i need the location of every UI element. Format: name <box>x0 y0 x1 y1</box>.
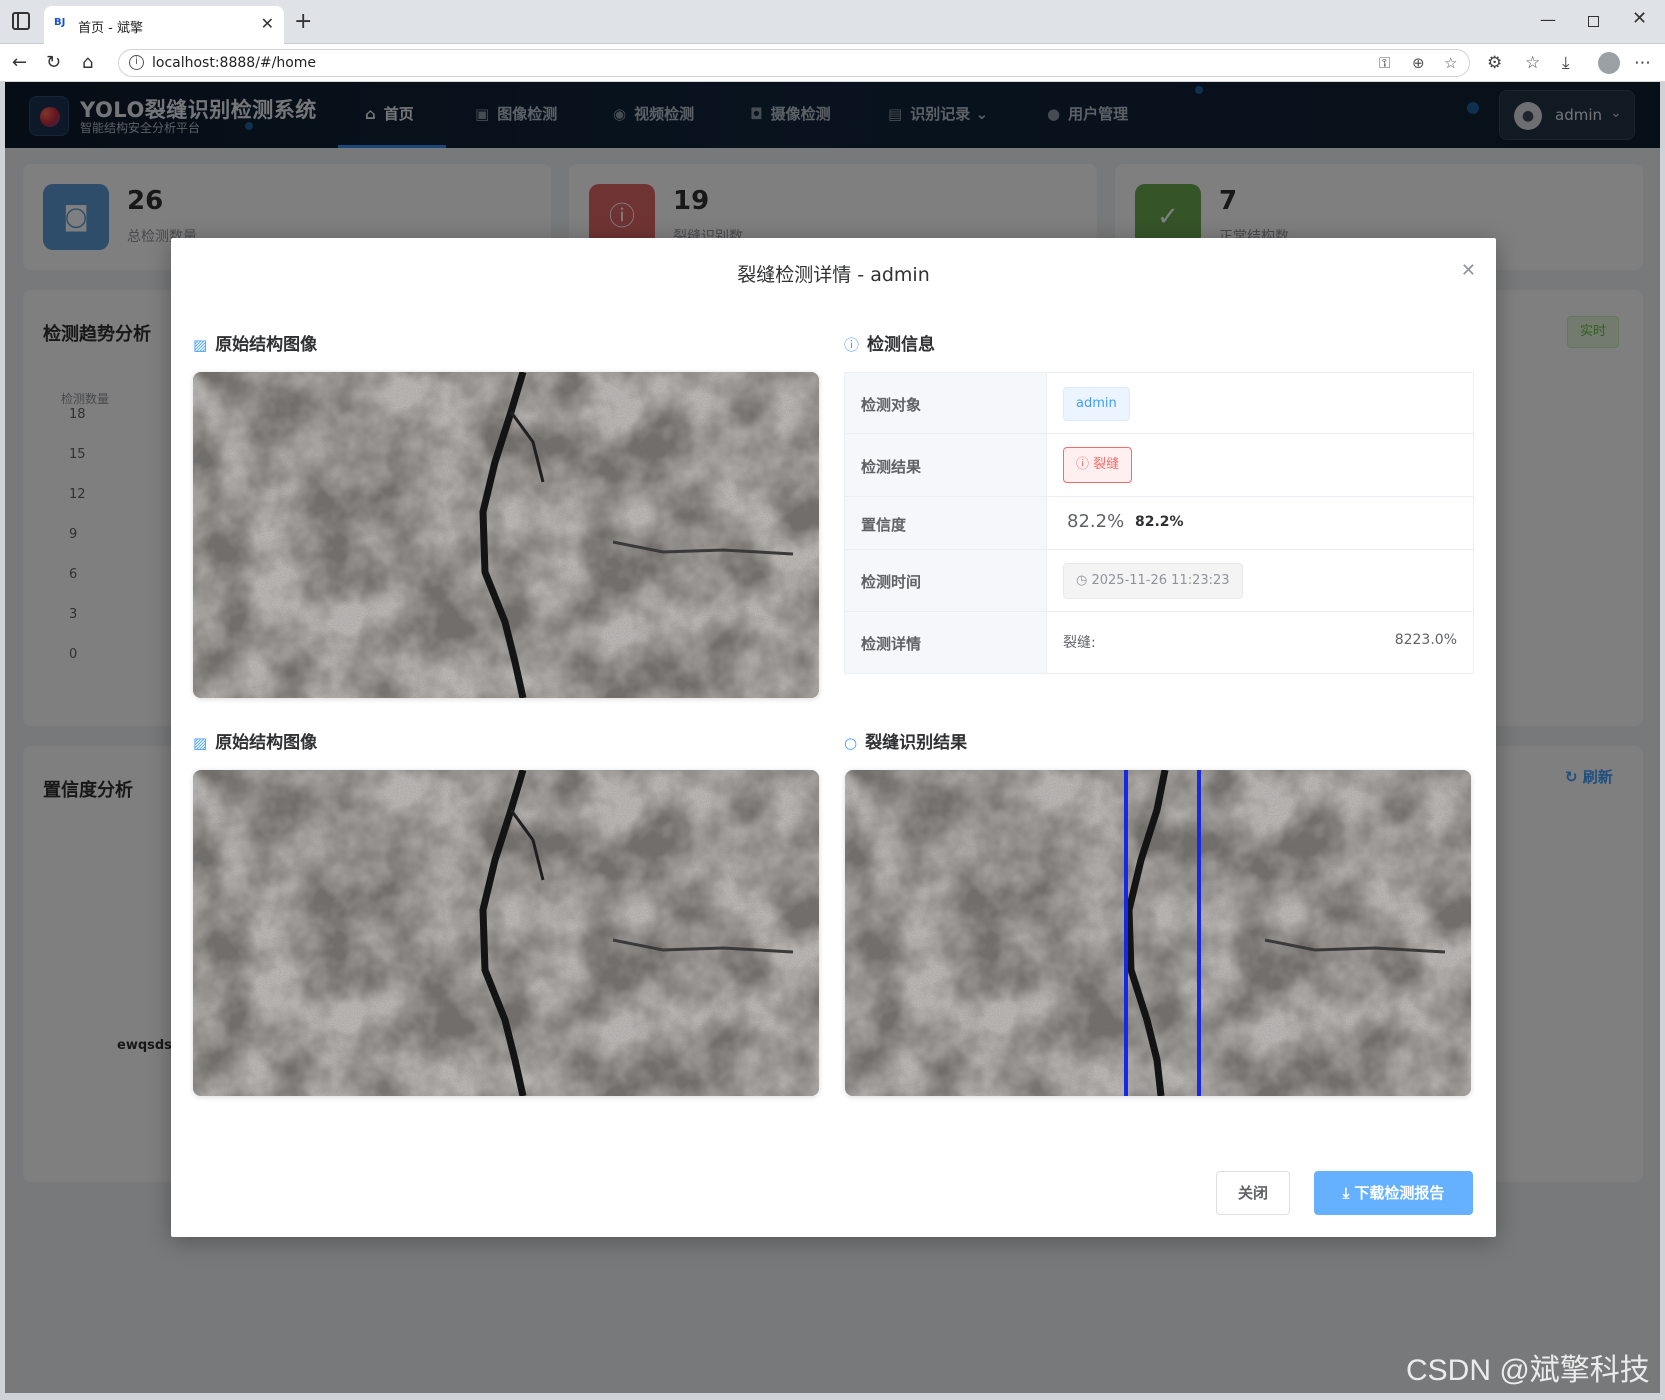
confidence-value: 82.2% <box>1067 511 1125 532</box>
url-field[interactable]: i localhost:8888/#/home ⚿ ⊕ ☆ <box>118 49 1470 77</box>
original-image-2 <box>193 770 819 1096</box>
close-tab-icon[interactable]: ✕ <box>261 14 274 33</box>
image-icon: ▨ <box>193 734 208 752</box>
detail-dialog: 裂缝检测详情 - admin ✕ ▨ 原始结构图像 ⓘ 检测信息 检测对象 admi… <box>171 238 1496 1237</box>
watermark: CSDN @斌擎科技 <box>1406 1354 1650 1387</box>
browser-tab-bar: BJ 首页 - 斌擎 ✕ + — ✕ <box>0 0 1665 44</box>
warning-icon: ⓘ <box>1076 457 1094 472</box>
close-icon[interactable]: ✕ <box>1461 260 1476 281</box>
close-button[interactable]: 关闭 <box>1216 1171 1290 1215</box>
new-tab-icon[interactable]: + <box>294 9 312 34</box>
info-key: 检测时间 <box>861 573 922 591</box>
info-key: 检测对象 <box>861 396 922 414</box>
original-image <box>193 372 819 698</box>
window-close-icon[interactable]: ✕ <box>1632 8 1647 29</box>
info-row-confidence: 置信度 82.2% 82.2% <box>845 497 1473 550</box>
info-row-time: 检测时间 ◷ 2025-11-26 11:23:23 <box>845 550 1473 612</box>
info-row-result: 检测结果 ⓘ 裂缝 <box>845 434 1473 497</box>
crack-photo <box>193 770 819 1096</box>
reload-icon[interactable]: ↻ <box>46 52 61 73</box>
info-icon: ⓘ <box>844 336 860 354</box>
browser-tab[interactable]: BJ 首页 - 斌擎 ✕ <box>44 6 284 44</box>
result-tag: ⓘ 裂缝 <box>1063 447 1133 483</box>
favicon: BJ <box>54 17 66 28</box>
downloads-icon[interactable]: ⤓ <box>1562 53 1570 73</box>
detail-label: 裂缝: <box>1063 635 1096 651</box>
bbox-right-edge <box>1197 770 1201 1096</box>
bbox-left-edge <box>1124 770 1128 1096</box>
back-icon[interactable]: ← <box>12 52 27 73</box>
more-menu-icon[interactable]: ⋯ <box>1634 53 1651 73</box>
url-text: localhost:8888/#/home <box>152 55 317 71</box>
time-tag: ◷ 2025-11-26 11:23:23 <box>1063 563 1243 599</box>
address-bar: ← ↻ ⌂ i localhost:8888/#/home ⚿ ⊕ ☆ ⚙ ☆ … <box>0 44 1665 82</box>
info-key: 置信度 <box>861 516 907 534</box>
clock-icon: ◷ <box>1076 573 1092 588</box>
favorites-icon[interactable]: ☆ <box>1525 53 1540 73</box>
zoom-icon[interactable]: ⊕ <box>1412 54 1425 72</box>
crack-photo <box>193 372 819 698</box>
result-image-header: ○ 裂缝识别结果 <box>844 733 968 753</box>
info-key: 检测结果 <box>861 458 922 476</box>
crack-photo-annotated <box>845 770 1471 1096</box>
profile-avatar[interactable] <box>1598 52 1620 74</box>
info-header: ⓘ 检测信息 <box>844 335 936 355</box>
image-icon: ▨ <box>193 336 208 354</box>
info-table: 检测对象 admin 检测结果 ⓘ 裂缝 置信度 82.2% 82.2% 检测时… <box>844 372 1474 674</box>
original-image-header: ▨ 原始结构图像 <box>193 335 318 355</box>
download-report-button[interactable]: ⤓ 下载检测报告 <box>1314 1171 1473 1215</box>
original-image-header-2: ▨ 原始结构图像 <box>193 733 318 753</box>
download-icon: ⤓ <box>1342 1184 1355 1202</box>
tab-title: 首页 - 斌擎 <box>78 21 143 36</box>
favorite-star-icon[interactable]: ☆ <box>1444 54 1457 72</box>
home-icon[interactable]: ⌂ <box>82 52 93 73</box>
extensions-icon[interactable]: ⚙ <box>1487 53 1502 73</box>
search-icon: ○ <box>844 734 858 752</box>
info-key: 检测详情 <box>861 635 922 653</box>
sidebar-toggle-icon[interactable] <box>12 12 30 30</box>
confidence-value-bold: 82.2% <box>1135 514 1184 530</box>
minimize-icon[interactable]: — <box>1540 10 1556 29</box>
key-icon[interactable]: ⚿ <box>1379 54 1390 72</box>
dialog-title: 裂缝检测详情 - admin <box>737 264 930 286</box>
result-image <box>845 770 1471 1096</box>
object-tag: admin <box>1063 387 1130 421</box>
maximize-icon[interactable] <box>1588 16 1599 27</box>
detail-value: 8223.0% <box>1394 632 1457 648</box>
info-row-object: 检测对象 admin <box>845 373 1473 434</box>
site-info-icon[interactable]: i <box>129 55 144 70</box>
info-row-detail: 检测详情 裂缝: 8223.0% <box>845 612 1473 673</box>
